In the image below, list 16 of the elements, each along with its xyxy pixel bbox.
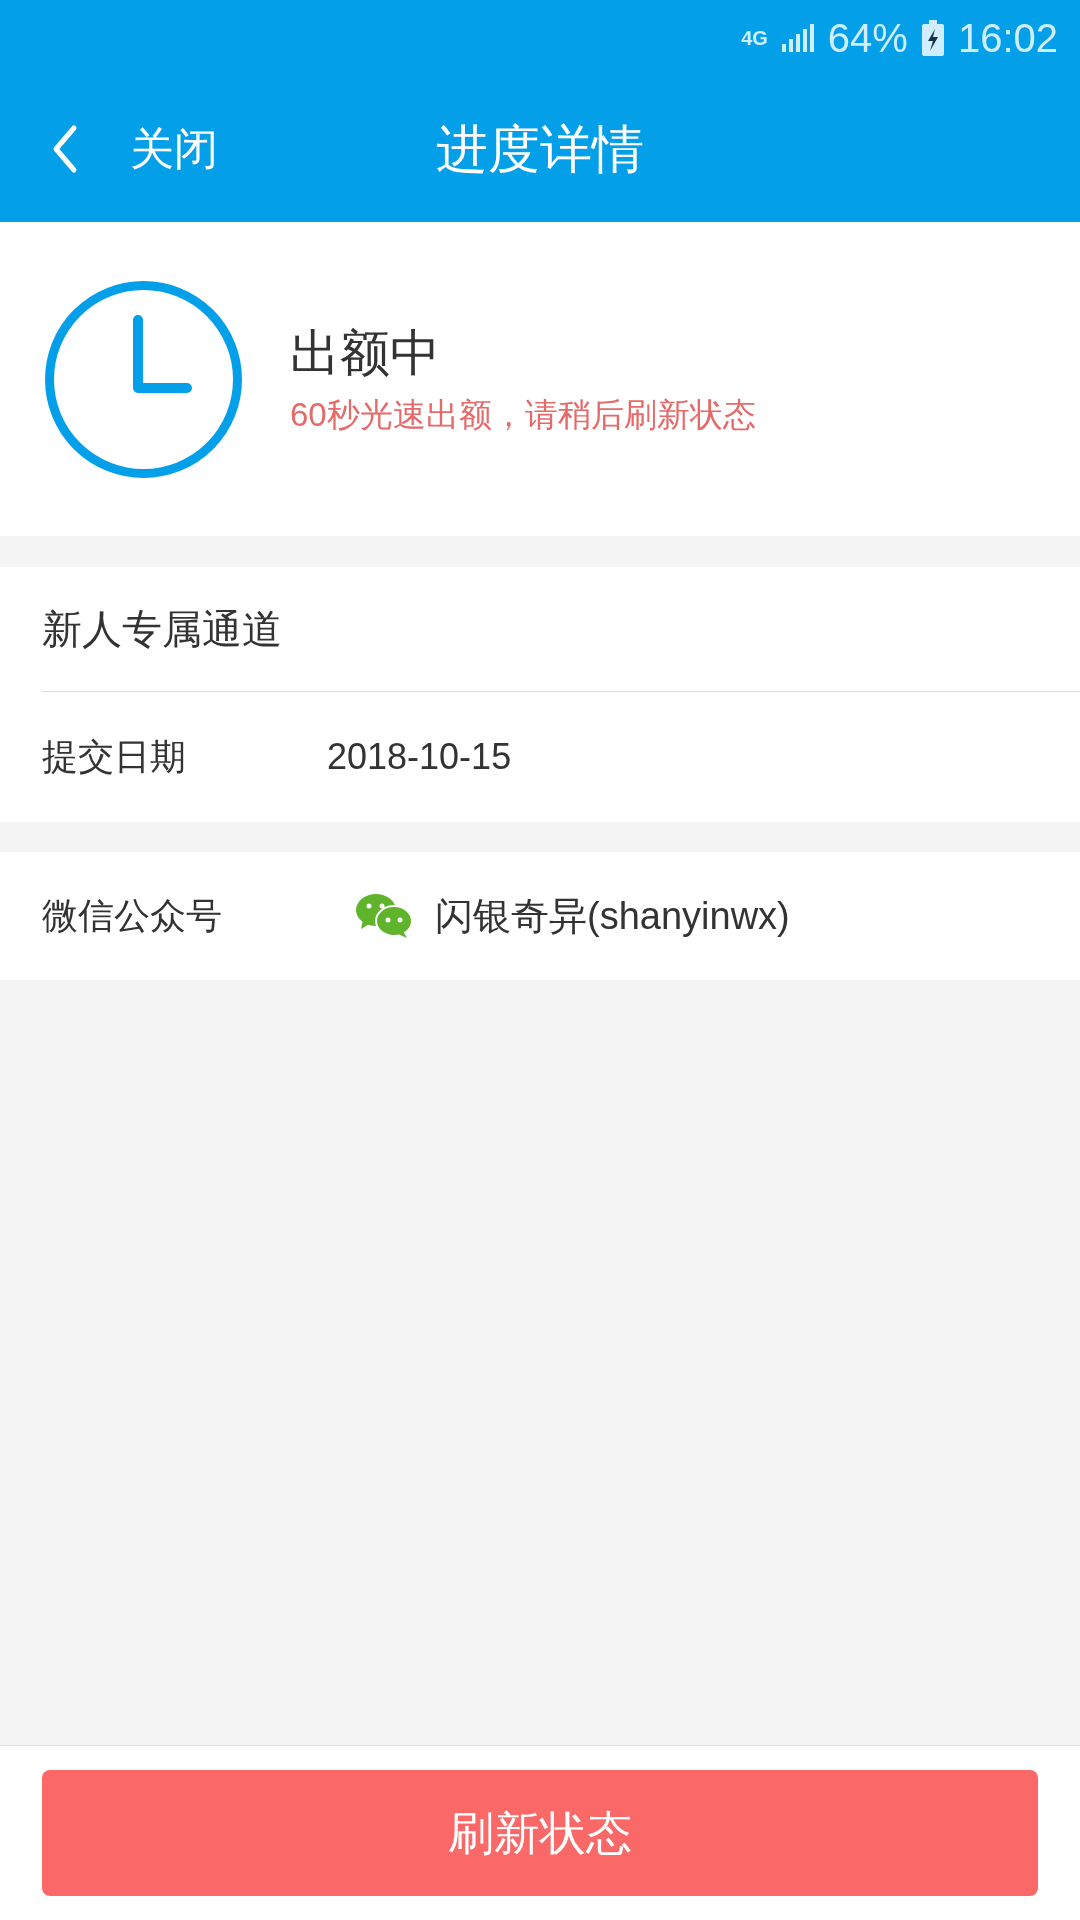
detail-label: 新人专属通道: [42, 606, 282, 653]
clock-time: 16:02: [957, 17, 1058, 58]
detail-value: 2018-10-15: [327, 735, 512, 779]
detail-label: 微信公众号: [42, 894, 223, 938]
battery-icon: [921, 19, 944, 56]
status-title: 出额中: [290, 327, 441, 378]
refresh-status-button[interactable]: 刷新状态: [42, 1770, 1038, 1896]
signal-icon: [781, 23, 814, 52]
back-button[interactable]: 关闭: [0, 75, 218, 222]
detail-label: 提交日期: [42, 735, 187, 779]
battery-percent: 64%: [827, 17, 908, 58]
status-message: 60秒光速出额，请稍后刷新状态: [290, 397, 756, 431]
chat-bubbles-icon: [355, 893, 413, 939]
page-title: 进度详情: [436, 118, 644, 180]
account-name: 闪银奇异(shanyinwx): [435, 893, 790, 939]
network-label: 4G: [741, 27, 768, 48]
